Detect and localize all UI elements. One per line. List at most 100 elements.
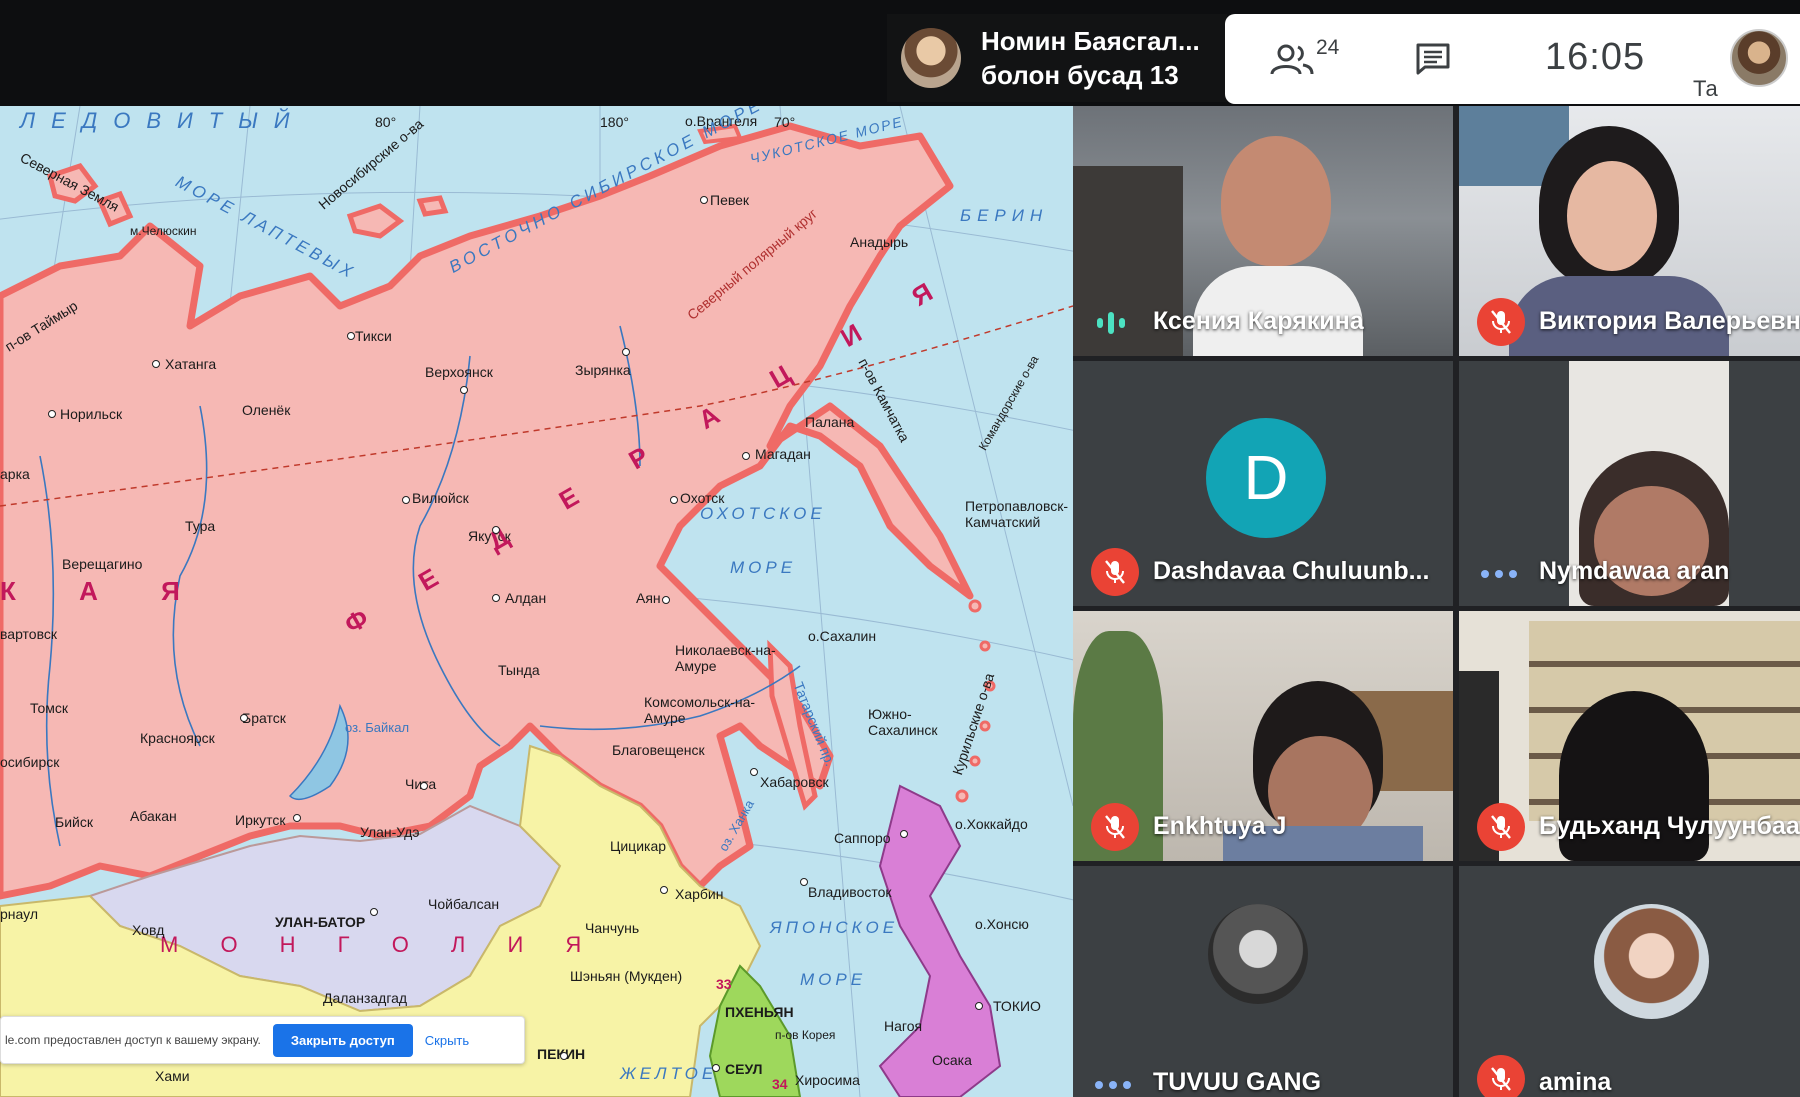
participant-name: Ксения Карякина bbox=[1153, 307, 1364, 335]
city-marker bbox=[622, 348, 630, 356]
city-tynda: Тында bbox=[498, 662, 540, 678]
presenter-avatar bbox=[901, 28, 961, 88]
city-marker bbox=[750, 768, 758, 776]
meeting-controls: 24 16:05 Та bbox=[1225, 14, 1800, 104]
presenter-name: Номин Баясгал... bbox=[981, 26, 1200, 56]
city-anadyr: Анадырь bbox=[850, 234, 909, 250]
share-notice-text: le.com предоставлен доступ к вашему экра… bbox=[5, 1033, 261, 1047]
participant-video-face bbox=[1221, 136, 1331, 266]
city-marker bbox=[560, 1052, 568, 1060]
city-marker bbox=[492, 594, 500, 602]
city-olenyok: Оленёк bbox=[242, 402, 291, 418]
city-irkutsk: Иркутск bbox=[235, 812, 286, 828]
city-marker bbox=[152, 360, 160, 368]
participant-tile[interactable]: TUVUU GANG bbox=[1073, 866, 1453, 1097]
city-marker bbox=[900, 830, 908, 838]
city-khatanga: Хатанга bbox=[165, 356, 217, 372]
city-barnaul: рнаул bbox=[0, 906, 39, 922]
city-pyongyang: ПХЕНЬЯН bbox=[725, 1004, 794, 1020]
participant-name: amina bbox=[1539, 1068, 1612, 1096]
okhotsk-sea-label-1: ОХОТСКОЕ bbox=[700, 504, 826, 523]
hide-share-bar-button[interactable]: Скрыть bbox=[425, 1033, 469, 1048]
japan-sea-label-2: МОРЕ bbox=[800, 970, 867, 989]
city-hiroshima: Хиросима bbox=[795, 1072, 860, 1088]
city-dalanzadgad: Даланзадгад bbox=[323, 990, 408, 1006]
city-marker bbox=[670, 496, 678, 504]
city-marker bbox=[240, 714, 248, 722]
participant-tile[interactable]: Ксения Карякина bbox=[1073, 106, 1453, 356]
participant-name: Виктория Валерьевн bbox=[1539, 307, 1800, 335]
participant-avatar bbox=[1594, 904, 1709, 1019]
people-icon bbox=[1270, 44, 1314, 75]
city-krasnoyarsk: Красноярск bbox=[140, 730, 215, 746]
city-marker bbox=[370, 908, 378, 916]
city-vladivostok: Владивосток bbox=[808, 884, 892, 900]
screen-share-bar: le.com предоставлен доступ к вашему экра… bbox=[0, 1016, 525, 1064]
city-tura: Тура bbox=[185, 518, 216, 534]
degree-80: 80° bbox=[375, 114, 397, 130]
city-verkhoyansk: Верхоянск bbox=[425, 364, 493, 380]
bering-label: БЕРИН bbox=[960, 206, 1049, 225]
city-zyryanka: Зырянка bbox=[575, 362, 631, 378]
city-shenyang: Шэньян (Мукден) bbox=[570, 968, 683, 984]
city-bratsk: Братск bbox=[242, 710, 286, 726]
participant-tile[interactable]: Виктория Валерьевн bbox=[1459, 106, 1800, 356]
japan-sea-label-1: ЯПОНСКОЕ bbox=[770, 918, 899, 937]
yellow-sea-label: ЖЕЛТОЕ bbox=[620, 1064, 718, 1083]
shared-screen-map: ЛЕДОВИТЫЙ 80° 180° 70° о.Врангеля ЧУКОТС… bbox=[0, 106, 1073, 1097]
presenter-chip[interactable]: Номин Баясгал... болон бусад 13 bbox=[887, 14, 1227, 102]
participant-tile[interactable]: Будьханд Чулуунбаа bbox=[1459, 611, 1800, 861]
participant-tile[interactable]: Nymdawaa aran bbox=[1459, 361, 1800, 606]
city-nikolaevsk: Николаевск-на-Амуре bbox=[675, 642, 776, 674]
participant-avatar bbox=[1208, 904, 1308, 1004]
participant-tile[interactable]: D Dashdavaa Chuluunb... bbox=[1073, 361, 1453, 606]
people-count: 24 bbox=[1316, 36, 1340, 59]
city-ulan-ude: Улан-Удэ bbox=[360, 824, 420, 840]
you-label: Та bbox=[1693, 76, 1718, 101]
city-changchun: Чанчунь bbox=[585, 920, 640, 936]
city-novosibirsk: осибирск bbox=[0, 754, 60, 770]
badge-34: 34 bbox=[772, 1076, 788, 1092]
city-marker bbox=[347, 332, 355, 340]
mic-off-icon bbox=[1491, 310, 1511, 334]
arctic-label: ЛЕДОВИТЫЙ bbox=[20, 108, 306, 133]
city-ulaanbaatar: УЛАН-БАТОР bbox=[275, 914, 366, 930]
city-khovd: Ховд bbox=[132, 922, 165, 938]
city-ayan: Аян bbox=[636, 590, 661, 606]
city-osaka: Осака bbox=[932, 1052, 972, 1068]
people-button[interactable]: 24 bbox=[1270, 36, 1360, 86]
city-seoul: СЕУЛ bbox=[725, 1061, 763, 1077]
city-marker bbox=[48, 410, 56, 418]
city-norilsk: Норильск bbox=[60, 406, 123, 422]
city-komsomolsk: Комсомольск-на-Амуре bbox=[644, 694, 756, 726]
more-options-indicator bbox=[1481, 570, 1517, 578]
mic-off-icon bbox=[1105, 560, 1125, 584]
participant-tile[interactable]: amina bbox=[1459, 866, 1800, 1097]
city-blagoveshchensk: Благовещенск bbox=[612, 742, 705, 758]
meet-window: Номин Баясгал... болон бусад 13 24 16:05… bbox=[0, 0, 1800, 1097]
city-pevek: Певек bbox=[710, 192, 750, 208]
chat-button[interactable] bbox=[1415, 42, 1451, 81]
city-marker bbox=[420, 782, 428, 790]
city-marker bbox=[742, 452, 750, 460]
city-tiksi: Тикси bbox=[355, 328, 392, 344]
muted-indicator bbox=[1477, 1055, 1525, 1097]
city-tokyo: ТОКИО bbox=[993, 998, 1041, 1014]
participant-tile[interactable]: Enkhtuya J bbox=[1073, 611, 1453, 861]
stop-sharing-button[interactable]: Закрыть доступ bbox=[272, 1023, 413, 1057]
city-nagoya: Нагоя bbox=[884, 1018, 923, 1034]
degree-70: 70° bbox=[774, 114, 796, 130]
city-marker bbox=[660, 886, 668, 894]
mic-off-icon bbox=[1491, 1067, 1511, 1091]
city-marker bbox=[402, 496, 410, 504]
city-sapporo: Саппоро bbox=[834, 830, 891, 846]
mic-off-icon bbox=[1491, 815, 1511, 839]
city-choibalsan: Чойбалсан bbox=[428, 896, 500, 912]
city-marker bbox=[700, 196, 708, 204]
presenter-others: болон бусад 13 bbox=[981, 60, 1179, 90]
participant-avatar: D bbox=[1206, 418, 1326, 538]
self-avatar[interactable] bbox=[1730, 29, 1788, 87]
city-petropavlovsk: Петропавловск-Камчатский bbox=[965, 498, 1069, 530]
badge-33: 33 bbox=[716, 976, 732, 992]
russia-label-partial: К А Я bbox=[0, 576, 208, 606]
